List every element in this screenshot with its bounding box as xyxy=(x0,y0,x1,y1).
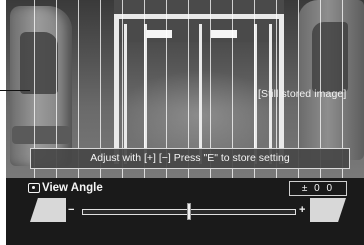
instruction-message: Adjust with [+] [−] Press "E" to store s… xyxy=(30,148,350,169)
bay-post xyxy=(199,24,202,164)
parked-car-right xyxy=(298,0,364,160)
parking-marker xyxy=(211,30,237,38)
parked-car-left xyxy=(10,6,72,166)
plus-label: + xyxy=(299,204,306,216)
callout-leader-line xyxy=(0,90,30,91)
camera-display: [Still stored image] Adjust with [+] [−]… xyxy=(6,0,364,245)
parking-marker xyxy=(146,30,172,38)
view-angle-panel: View Angle ± 0 0 − + xyxy=(6,178,364,245)
car-window xyxy=(20,32,58,94)
increase-angle-button[interactable] xyxy=(310,198,346,222)
bay-rail-top xyxy=(114,14,284,19)
view-angle-value: ± 0 0 xyxy=(289,181,347,196)
minus-label: − xyxy=(68,204,75,216)
view-angle-slider-thumb[interactable] xyxy=(187,203,191,220)
decrease-angle-button[interactable] xyxy=(30,198,66,222)
bay-post xyxy=(124,24,127,164)
still-image-label: [Still stored image] xyxy=(258,88,347,100)
camera-icon xyxy=(28,183,40,193)
bay-rail-left xyxy=(114,14,119,164)
view-angle-title: View Angle xyxy=(42,182,103,194)
car-bumper xyxy=(12,126,70,144)
